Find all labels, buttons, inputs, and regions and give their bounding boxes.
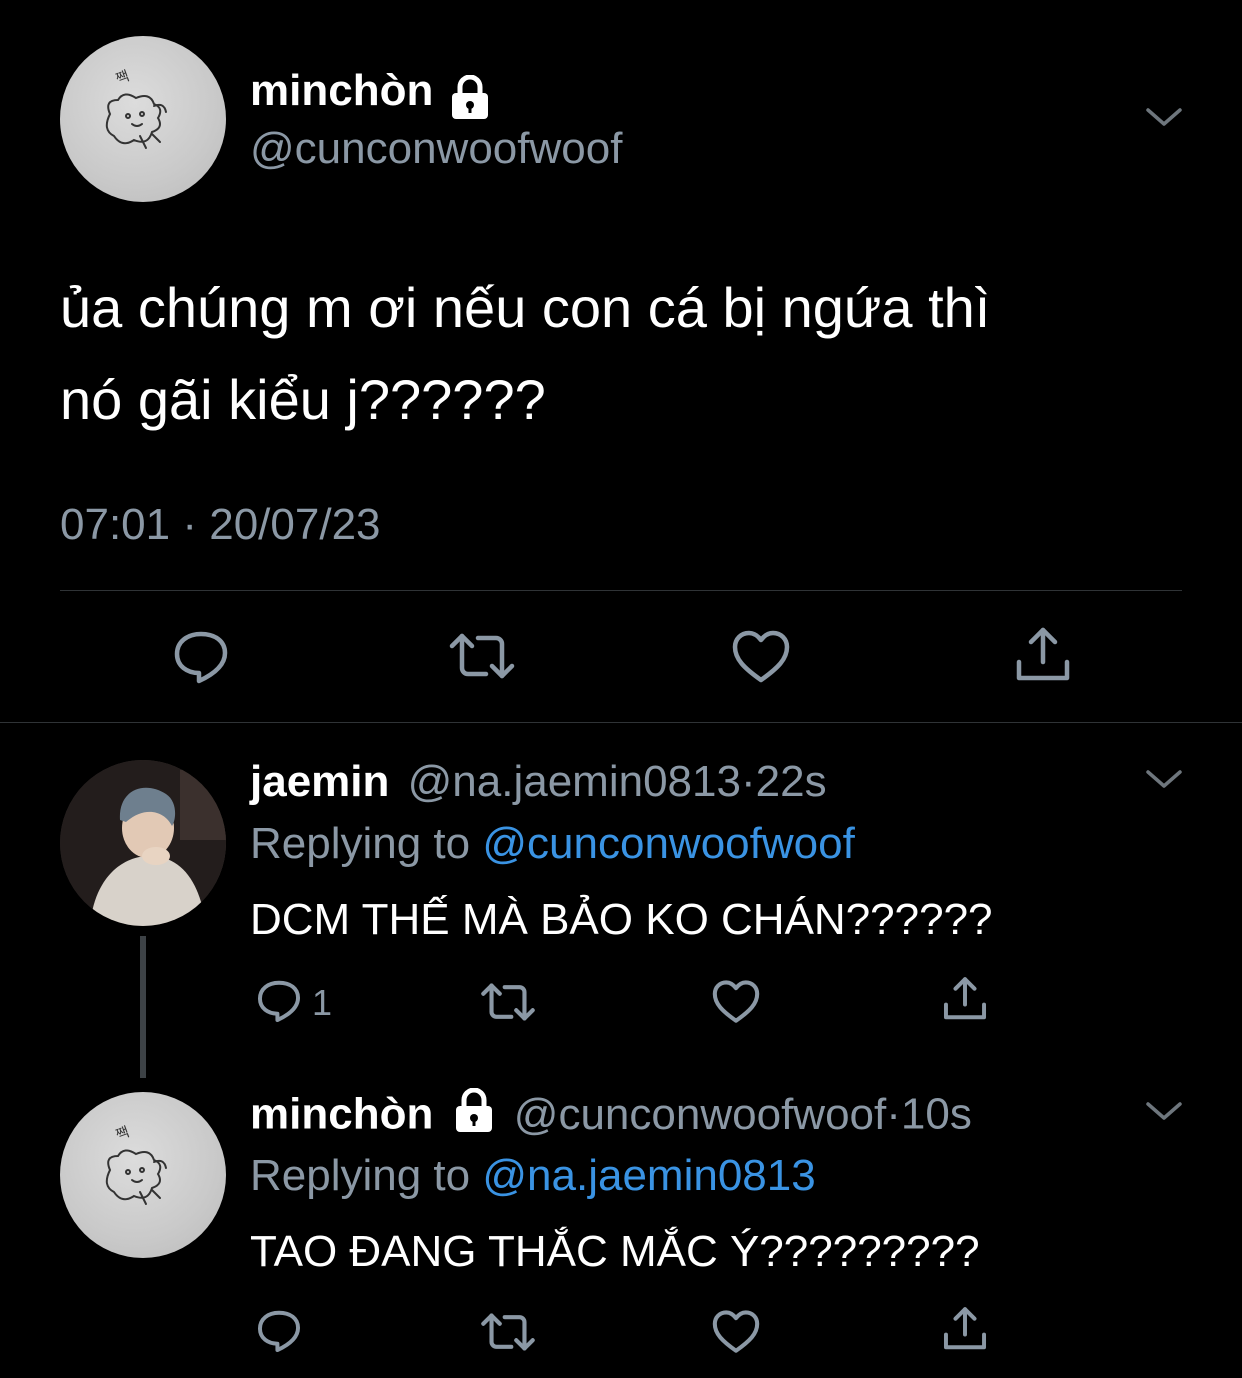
doodle-text: 짹: [114, 68, 132, 87]
display-name[interactable]: minchòn: [250, 66, 433, 115]
timestamp[interactable]: 07:01 · 20/07/23: [60, 500, 381, 550]
replying-to-handle[interactable]: @na.jaemin0813: [482, 1151, 815, 1200]
reply-icon[interactable]: [256, 1308, 302, 1354]
reply-header: minchòn @cunconwoofwoof·10s: [250, 1087, 972, 1146]
author-name-row: minchòn: [250, 66, 492, 120]
divider: [60, 590, 1182, 591]
reply-text: TAO ĐANG THẮC MẮC Ý?????????: [250, 1227, 980, 1276]
timestamp-separator: ·: [182, 500, 197, 549]
reply-text: DCM THẾ MÀ BẢO KO CHÁN??????: [250, 895, 993, 944]
avatar[interactable]: 짹: [60, 36, 226, 202]
author-handle[interactable]: @na.jaemin0813: [408, 757, 741, 806]
chevron-down-icon[interactable]: [1144, 104, 1184, 130]
replying-to-handle[interactable]: @cunconwoofwoof: [482, 819, 854, 868]
chevron-down-icon[interactable]: [1144, 1098, 1184, 1124]
lock-icon: [452, 1087, 496, 1146]
tweet-date: 20/07/23: [209, 500, 381, 549]
heart-icon[interactable]: [712, 980, 760, 1024]
display-name[interactable]: jaemin: [250, 757, 389, 806]
lock-icon: [448, 74, 492, 126]
replying-to-label: Replying to: [250, 1151, 471, 1200]
reply-icon[interactable]: [256, 978, 302, 1024]
reply-icon[interactable]: [172, 628, 230, 686]
author-handle[interactable]: @cunconwoofwoof: [250, 124, 622, 174]
share-icon[interactable]: [942, 976, 988, 1022]
retweet-icon[interactable]: [480, 1310, 536, 1354]
heart-icon[interactable]: [712, 1310, 760, 1354]
reply-thread-line: [140, 936, 146, 1078]
chevron-down-icon[interactable]: [1144, 766, 1184, 792]
avatar[interactable]: 짹: [60, 1092, 226, 1258]
replying-to: Replying to @na.jaemin0813: [250, 1150, 816, 1202]
doodle-text: 짹: [114, 1124, 132, 1143]
divider: [0, 722, 1242, 723]
reply-count: 1: [312, 982, 333, 1023]
avatar[interactable]: [60, 760, 226, 926]
replying-to: Replying to @cunconwoofwoof: [250, 818, 855, 870]
author-handle[interactable]: @cunconwoofwoof: [514, 1090, 886, 1139]
doodle-dog-image: 짹: [105, 68, 167, 149]
heart-icon[interactable]: [732, 630, 790, 684]
reply-age: ·10s: [886, 1089, 972, 1139]
reply-age: ·22s: [740, 757, 827, 806]
share-icon[interactable]: [942, 1306, 988, 1352]
share-icon[interactable]: [1014, 626, 1072, 684]
tweet-text: ủa chúng m ơi nếu con cá bị ngứa thì nó …: [60, 262, 990, 446]
display-name[interactable]: minchòn: [250, 1090, 433, 1139]
replying-to-label: Replying to: [250, 819, 471, 868]
tweet-time: 07:01: [60, 500, 171, 549]
retweet-icon[interactable]: [448, 630, 516, 682]
reply-header: jaemin @na.jaemin0813·22s: [250, 756, 827, 808]
tweet-text-line: nó gãi kiểu j??????: [60, 368, 546, 431]
tweet-text-line: ủa chúng m ơi nếu con cá bị ngứa thì: [60, 276, 991, 339]
retweet-icon[interactable]: [480, 980, 536, 1024]
doodle-dog-image: 짹: [105, 1124, 167, 1205]
profile-photo-image: [60, 760, 226, 926]
